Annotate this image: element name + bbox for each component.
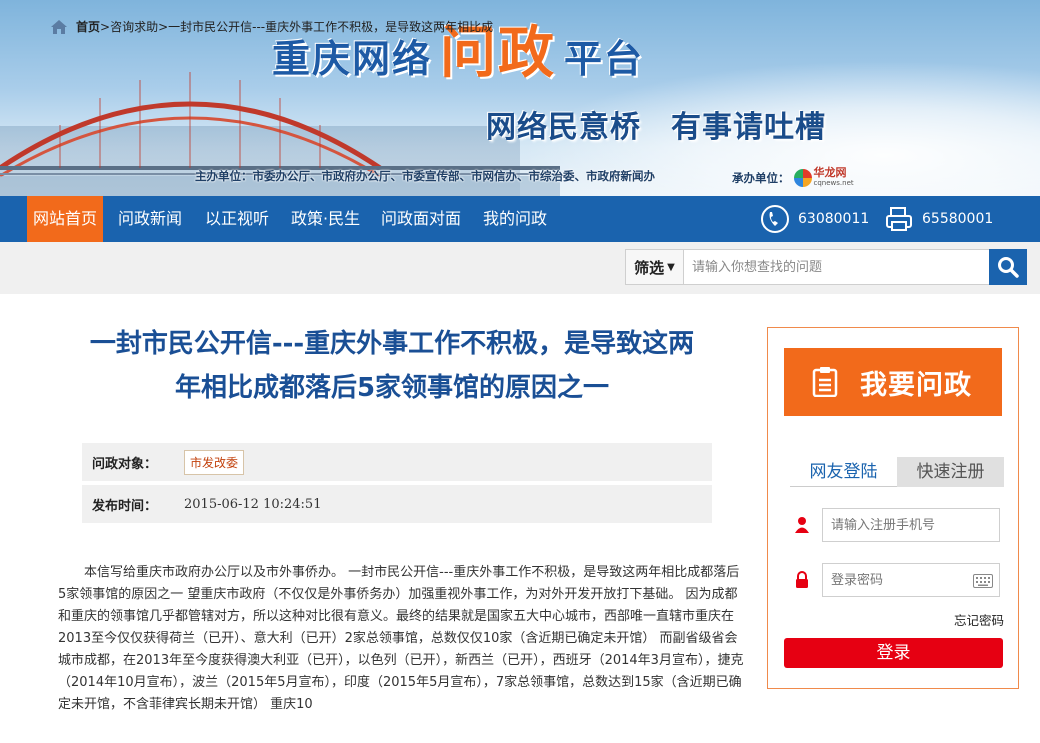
breadcrumb: 首页 >咨询求助>一封市民公开信---重庆外事工作不积极，是导致这两年相比成: [50, 18, 493, 35]
search-box: 筛选 ▼: [625, 249, 990, 285]
nav-clarify[interactable]: 以正视听: [205, 196, 269, 242]
lock-icon: [796, 571, 808, 588]
keyboard-icon[interactable]: [973, 574, 993, 588]
login-button[interactable]: 登录: [784, 638, 1003, 668]
nav-home[interactable]: 网站首页: [27, 196, 103, 242]
question-target-tag[interactable]: 市发改委: [184, 449, 245, 475]
breadcrumb-path: >咨询求助>一封市民公开信---重庆外事工作不积极，是导致这两年相比成: [100, 20, 494, 34]
search-button[interactable]: [989, 249, 1027, 285]
password-field: [822, 563, 1000, 597]
ask-question-button[interactable]: 我要问政: [784, 348, 1002, 416]
site-slogan: 网络民意桥 有事请吐槽: [486, 102, 826, 146]
fax-number: 65580001: [922, 211, 994, 227]
publish-time-value: 2015-06-12 10:24:51: [184, 496, 322, 512]
search-input[interactable]: [684, 250, 989, 284]
tab-login[interactable]: 网友登陆: [790, 457, 897, 487]
article-body: 本信写给重庆市政府办公厅以及市外事侨办。 一封市民公开信---重庆外事工作不积极…: [58, 565, 744, 712]
phone-icon: [760, 204, 790, 234]
nav-face-to-face[interactable]: 问政面对面: [381, 196, 461, 242]
publish-time-label: 发布时间：: [92, 498, 158, 514]
search-icon: [998, 257, 1019, 278]
nav-news[interactable]: 问政新闻: [118, 196, 182, 242]
slogan-right: 有事请吐槽: [671, 110, 826, 145]
article-title-line1: 一封市民公开信---重庆外事工作不积极，是导致这两: [89, 329, 695, 359]
phone-field: [822, 508, 1000, 542]
caret-down-icon: ▼: [667, 261, 675, 273]
site-title-part3: 平台: [564, 37, 645, 81]
tab-register[interactable]: 快速注册: [897, 457, 1004, 487]
question-target-label: 问政对象：: [92, 456, 158, 472]
document-icon: [812, 367, 838, 397]
question-target-row: 问政对象： 市发改委: [82, 443, 712, 481]
hualong-logo-icon: [793, 169, 812, 187]
article-title-line2: 年相比成都落后5家领事馆的原因之一: [174, 373, 610, 403]
hualong-logo-text: 华龙网 cqnews.net: [813, 166, 854, 187]
nav-policy[interactable]: 政策·民生: [291, 196, 360, 242]
home-icon: [51, 19, 67, 34]
phone-input[interactable]: [823, 517, 963, 533]
main-nav: 网站首页 问政新闻 以正视听 政策·民生 问政面对面 我的问政 63080011…: [0, 196, 1040, 242]
forgot-password-link[interactable]: 忘记密码: [954, 610, 1004, 629]
hotline-phone: 63080011: [760, 196, 869, 242]
publish-time-row: 发布时间： 2015-06-12 10:24:51: [82, 485, 712, 523]
slogan-left: 网络民意桥: [486, 110, 641, 145]
side-panel: 我要问政 网友登陆 快速注册 忘记密码 登录: [767, 327, 1019, 689]
login-tabs: 网友登陆 快速注册: [790, 457, 1004, 487]
breadcrumb-home-link[interactable]: 首页: [76, 18, 100, 35]
article-title: 一封市民公开信---重庆外事工作不积极，是导致这两 年相比成都落后5家领事馆的原…: [52, 322, 732, 410]
search-filter-label: 筛选: [634, 258, 665, 277]
site-title-part1: 重庆网络: [272, 37, 433, 81]
fax-icon: [884, 204, 914, 234]
hualong-logo: 华龙网 cqnews.net: [793, 166, 854, 188]
host-units: 主办单位：市委办公厅、市政府办公厅、市委宣传部、市网信办、市综治委、市政府新闻办: [195, 169, 655, 183]
user-icon: [795, 517, 809, 533]
organizer-unit: 承办单位： 华龙网 cqnews.net: [732, 166, 854, 188]
ask-question-label: 我要问政: [860, 369, 972, 401]
password-input[interactable]: [823, 572, 963, 588]
hotline-fax: 65580001: [884, 196, 993, 242]
phone-number: 63080011: [798, 211, 870, 227]
search-filter-dropdown[interactable]: 筛选 ▼: [626, 250, 684, 284]
organizer-label: 承办单位：: [732, 171, 790, 185]
nav-my-questions[interactable]: 我的问政: [483, 196, 547, 242]
